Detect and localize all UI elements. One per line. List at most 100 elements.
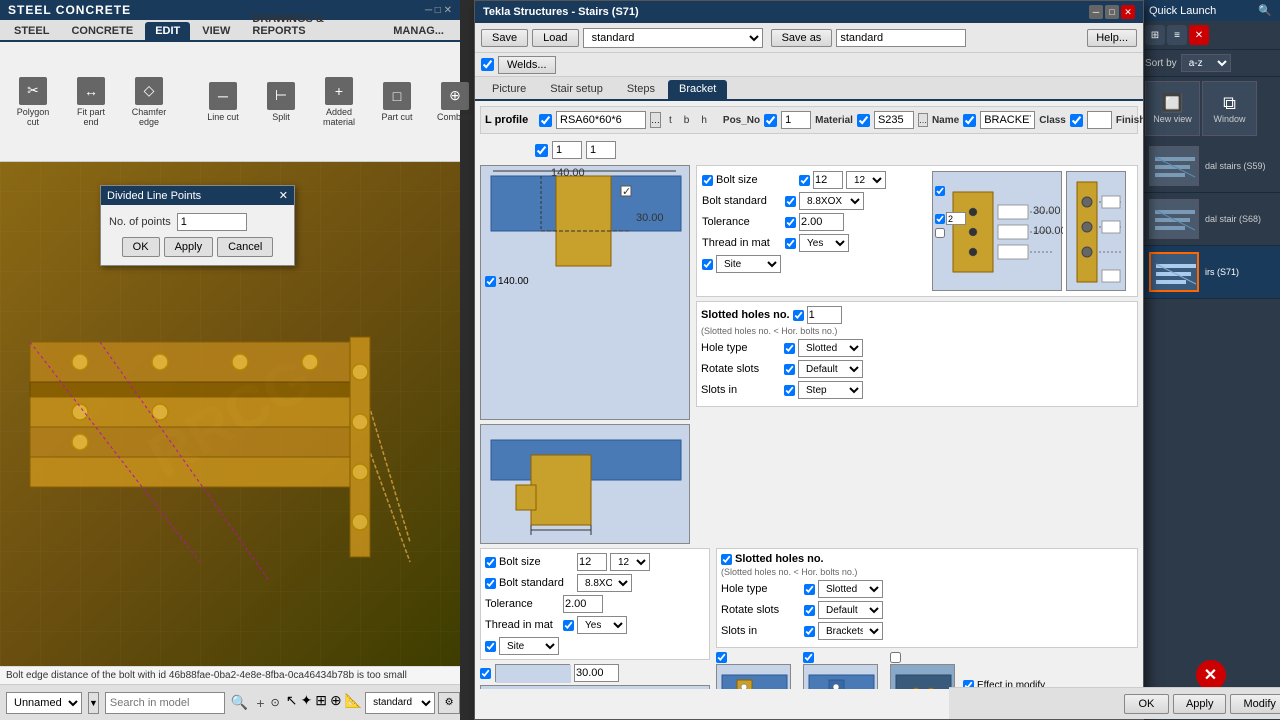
sidebar-delete-btn[interactable]: ✕ xyxy=(1196,660,1226,690)
fit-part-btn[interactable]: ↔ Fit part end xyxy=(66,72,116,132)
dlp-close-btn[interactable]: ✕ xyxy=(279,189,288,202)
dropdown-btn[interactable]: ▼ xyxy=(88,692,99,714)
slotted-no-chk-right[interactable] xyxy=(793,310,804,321)
name-checkbox[interactable] xyxy=(963,114,976,127)
tab-steel[interactable]: STEEL xyxy=(4,22,59,40)
new-view-btn[interactable]: 🔲 New view xyxy=(1145,81,1200,136)
minimize-btn[interactable]: ─ xyxy=(1089,5,1103,19)
slotted-no-chk-lower[interactable] xyxy=(721,554,732,565)
bolt-std-chk-top[interactable] xyxy=(785,196,796,207)
sidebar-icon2[interactable]: ≡ xyxy=(1167,25,1187,45)
tab-picture[interactable]: Picture xyxy=(481,80,537,99)
slots-in-select-right[interactable]: Step xyxy=(798,381,863,399)
tab-view[interactable]: VIEW xyxy=(192,22,240,40)
search-icon[interactable]: 🔍 xyxy=(231,694,248,711)
search-input[interactable] xyxy=(105,692,225,714)
tolerance-input-top[interactable] xyxy=(799,213,844,231)
save-as-input[interactable] xyxy=(836,29,966,47)
tol-chk-top[interactable] xyxy=(785,217,796,228)
bolt-std-chk-lower[interactable] xyxy=(485,578,496,589)
save-btn[interactable]: Save xyxy=(481,29,528,47)
grid-tool-icon[interactable]: ⊞ xyxy=(315,692,327,714)
bolt-chk1[interactable] xyxy=(935,186,945,196)
material-browse-btn[interactable]: … xyxy=(918,113,928,127)
material-input[interactable] xyxy=(874,111,914,129)
tab-manage[interactable]: MANAG... xyxy=(383,22,454,40)
hole-type-sel-lower[interactable]: Slotted xyxy=(818,580,883,598)
load-btn[interactable]: Load xyxy=(532,29,578,47)
thumb3-chk[interactable] xyxy=(890,652,901,663)
chamfer-edge-btn[interactable]: ◇ Chamfer edge xyxy=(124,72,174,132)
hole-type-chk-right[interactable] xyxy=(784,343,795,354)
l-profile-browse-btn[interactable]: … xyxy=(650,112,661,128)
standard-select[interactable]: standard xyxy=(365,692,435,714)
help-btn[interactable]: Help... xyxy=(1087,29,1137,47)
bolt-size-select-top[interactable]: 121620 xyxy=(846,171,886,189)
tol-val-lower[interactable] xyxy=(563,595,603,613)
rotate-chk-lower[interactable] xyxy=(804,605,815,616)
thumb2-chk[interactable] xyxy=(803,652,814,663)
class-checkbox[interactable] xyxy=(1070,114,1083,127)
material-checkbox[interactable] xyxy=(857,114,870,127)
pos-no-checkbox[interactable] xyxy=(764,114,777,127)
bolt-size-sel-lower[interactable]: 12 xyxy=(610,553,650,571)
bolt-size-chk-lower[interactable] xyxy=(485,557,496,568)
zoom-in-icon[interactable]: + xyxy=(256,695,264,711)
settings-btn[interactable]: ⚙ xyxy=(438,692,460,714)
sidebar-item-s68[interactable]: dal stair (S68) xyxy=(1141,193,1280,246)
unnamed-select[interactable]: Unnamed xyxy=(6,692,82,714)
measure-tool-icon[interactable]: 📐 xyxy=(345,692,362,714)
close-btn[interactable]: ✕ xyxy=(1121,5,1135,19)
slots-in-chk-lower[interactable] xyxy=(804,626,815,637)
part-cut-btn[interactable]: □ Part cut xyxy=(372,77,422,127)
point-tool-icon[interactable]: ✦ xyxy=(301,692,313,714)
tab-drawings[interactable]: DRAWINGS & REPORTS xyxy=(242,10,381,40)
dlp-cancel-btn[interactable]: Cancel xyxy=(217,237,273,257)
bolt-std-sel-lower[interactable]: 8.8XOX xyxy=(577,574,632,592)
pos-no-input[interactable] xyxy=(781,111,811,129)
rotate-sel-lower[interactable]: Default xyxy=(818,601,883,619)
combine-btn[interactable]: ⊕ Combine xyxy=(430,77,480,127)
bolt-std-select-top[interactable]: 8.8XOX xyxy=(799,192,864,210)
added-material-btn[interactable]: + Added material xyxy=(314,72,364,132)
welds-checkbox[interactable] xyxy=(481,58,494,71)
class-input[interactable] xyxy=(1087,111,1112,129)
sidebar-item-s59[interactable]: dal stairs (S59) xyxy=(1141,140,1280,193)
bolt-chk2[interactable] xyxy=(935,214,945,224)
bolt-chk3[interactable] xyxy=(935,228,945,238)
tab-edit[interactable]: EDIT xyxy=(145,22,190,40)
sidebar-icon1[interactable]: ⊞ xyxy=(1145,25,1165,45)
thread-chk-top[interactable] xyxy=(785,238,796,249)
site-select-top[interactable]: SiteWorkshop xyxy=(716,255,781,273)
site-chk-top[interactable] xyxy=(702,259,713,270)
window-btn[interactable]: ⧉ Window xyxy=(1202,81,1257,136)
tab-bracket[interactable]: Bracket xyxy=(668,80,727,99)
slots-in-sel-lower[interactable]: Brackets xyxy=(818,622,883,640)
tab-stair-setup[interactable]: Stair setup xyxy=(539,80,614,99)
bolt-size-input-top[interactable] xyxy=(813,171,843,189)
rotate-select-right[interactable]: Default xyxy=(798,360,863,378)
apply-btn[interactable]: Apply xyxy=(1173,694,1227,714)
snap-tool-icon[interactable]: ⊕ xyxy=(330,692,342,714)
polygon-cut-btn[interactable]: ✂ Polygon cut xyxy=(8,72,58,132)
thumb1-chk[interactable] xyxy=(716,652,727,663)
hole-type-select-right[interactable]: Slotted xyxy=(798,339,863,357)
l-profile-input[interactable] xyxy=(556,111,646,129)
rotate-chk-right[interactable] xyxy=(784,364,795,375)
save-as-btn[interactable]: Save as xyxy=(771,29,833,47)
l-profile-checkbox[interactable] xyxy=(539,114,552,127)
t-input[interactable] xyxy=(552,141,582,159)
modify-btn[interactable]: Modify xyxy=(1230,694,1280,714)
hole-type-chk-lower[interactable] xyxy=(804,584,815,595)
thread-select-top[interactable]: YesNo xyxy=(799,234,849,252)
tb-checkbox1[interactable] xyxy=(535,144,548,157)
slotted-no-input-right[interactable] xyxy=(807,306,842,324)
dim-30-chk[interactable] xyxy=(480,668,491,679)
bolt-size-chk-top[interactable] xyxy=(702,175,713,186)
site-sel-lower[interactable]: Site xyxy=(499,637,559,655)
thread-sel-lower[interactable]: Yes xyxy=(577,616,627,634)
split-btn[interactable]: ⊢ Split xyxy=(256,77,306,127)
thread-chk-lower[interactable] xyxy=(563,620,574,631)
dlp-apply-btn[interactable]: Apply xyxy=(164,237,214,257)
tab-steps[interactable]: Steps xyxy=(616,80,666,99)
